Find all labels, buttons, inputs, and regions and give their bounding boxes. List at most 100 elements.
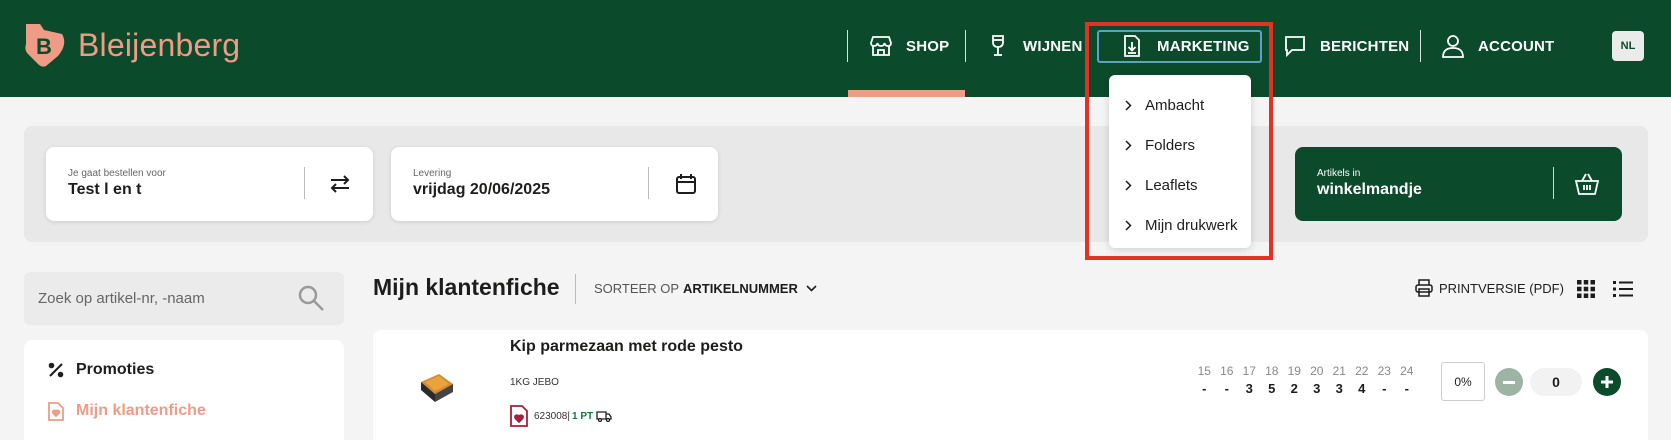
nav-shop-label: SHOP (906, 37, 950, 55)
nav-marketing[interactable]: MARKETING (1119, 28, 1250, 64)
page-title: Mijn klantenfiche (373, 274, 560, 300)
sidebar-item-mijn-klantenfiche[interactable]: Mijn klantenfiche (48, 399, 206, 423)
menu-item-label: Mijn drukwerk (1145, 216, 1238, 234)
product-name[interactable]: Kip parmezaan met rode pesto (510, 338, 743, 356)
history-day-column: 23 - (1373, 364, 1396, 396)
history-day: 15 (1197, 364, 1211, 378)
history-day: 17 (1242, 364, 1256, 378)
history-day: 19 (1287, 364, 1301, 378)
history-quantity: - (1404, 381, 1409, 396)
product-row: Kip parmezaan met rode pesto 1KG JEBO 62… (373, 330, 1648, 440)
list-view-icon[interactable] (1613, 280, 1633, 298)
customer-value: Test l en t (68, 181, 142, 198)
delivery-value: vrijdag 20/06/2025 (413, 181, 550, 198)
history-quantity: 2 (1290, 381, 1298, 396)
history-day-column: 17 3 (1238, 364, 1261, 396)
nav-account-label: ACCOUNT (1478, 37, 1555, 55)
brand-logo[interactable]: B Bleijenberg (22, 22, 240, 68)
meta-separator: | (567, 410, 570, 422)
printer-icon (1415, 279, 1433, 297)
print-pdf-button[interactable]: PRINTVERSIE (PDF) (1415, 279, 1564, 297)
search-input[interactable] (38, 287, 288, 309)
truck-icon (596, 410, 612, 422)
sidebar-item-label: Promoties (76, 361, 155, 378)
nav-berichten[interactable]: BERICHTEN (1282, 28, 1409, 64)
history-day-column: 18 5 (1261, 364, 1284, 396)
sort-dropdown[interactable]: SORTEER OP ARTIKELNUMMER (594, 281, 817, 296)
chevron-right-icon (1125, 139, 1135, 151)
calendar-icon[interactable] (671, 169, 701, 199)
language-switch[interactable]: NL (1612, 31, 1644, 61)
history-quantity: 3 (1335, 381, 1343, 396)
discount-field[interactable]: 0% (1441, 362, 1485, 401)
sort-prefix: SORTEER OP (594, 281, 680, 296)
pack-size: 1 PT (571, 410, 594, 422)
sidebar-item-promoties[interactable]: Promoties (48, 358, 154, 382)
nav-berichten-label: BERICHTEN (1320, 37, 1410, 55)
chevron-right-icon (1125, 179, 1135, 191)
product-thumbnail[interactable] (417, 370, 457, 406)
decrease-quantity-button[interactable] (1495, 368, 1523, 396)
history-day: 24 (1400, 364, 1414, 378)
menu-item-folders[interactable]: Folders (1109, 125, 1251, 165)
chevron-right-icon (1125, 99, 1135, 111)
history-quantity: - (1202, 381, 1207, 396)
favorite-file-icon (48, 401, 70, 421)
customer-label: Je gaat bestellen voor (68, 168, 166, 179)
history-quantity: 5 (1268, 381, 1276, 396)
chat-icon (1282, 33, 1308, 59)
cart-value: winkelmandje (1317, 181, 1422, 198)
nav-shop[interactable]: SHOP (868, 28, 949, 64)
history-quantity: - (1224, 381, 1229, 396)
history-day-column: 24 - (1396, 364, 1419, 396)
menu-item-label: Folders (1145, 136, 1196, 154)
history-day-column: 22 4 (1351, 364, 1374, 396)
menu-item-label: Leaflets (1145, 176, 1198, 194)
nav-account[interactable]: ACCOUNT (1440, 28, 1554, 64)
basket-icon (1571, 168, 1603, 200)
history-day-column: 20 3 (1306, 364, 1329, 396)
history-day-column: 19 2 (1283, 364, 1306, 396)
article-search (24, 272, 344, 325)
wine-glass-icon (985, 33, 1011, 59)
grid-view-icon[interactable] (1577, 280, 1595, 298)
delivery-date-card[interactable]: Levering vrijdag 20/06/2025 (391, 147, 718, 221)
product-unit: 1KG JEBO (510, 377, 559, 388)
history-quantity: 4 (1358, 381, 1366, 396)
customer-selector-card[interactable]: Je gaat bestellen voor Test l en t (46, 147, 373, 221)
history-quantity: 3 (1313, 381, 1321, 396)
nav-wijnen-label: WIJNEN (1023, 37, 1083, 55)
cart-label: Artikels in (1317, 168, 1361, 179)
favorite-file-icon[interactable] (510, 405, 528, 427)
percent-icon (48, 362, 70, 378)
title-divider (575, 274, 576, 304)
nav-wijnen[interactable]: WIJNEN (985, 28, 1083, 64)
menu-item-ambacht[interactable]: Ambacht (1109, 85, 1251, 125)
article-number: 623008 (534, 410, 568, 422)
menu-item-leaflets[interactable]: Leaflets (1109, 165, 1251, 205)
history-day: 20 (1310, 364, 1324, 378)
history-day: 23 (1377, 364, 1391, 378)
menu-item-mijn-drukwerk[interactable]: Mijn drukwerk (1109, 205, 1251, 245)
download-file-icon (1119, 33, 1145, 59)
delivery-label: Levering (413, 168, 452, 179)
swap-arrows-icon[interactable] (325, 169, 355, 199)
nav-divider (847, 30, 848, 62)
cart-card[interactable]: Artikels in winkelmandje (1295, 147, 1622, 221)
card-divider (648, 167, 649, 199)
search-icon[interactable] (297, 284, 327, 314)
print-label: PRINTVERSIE (PDF) (1439, 280, 1564, 296)
quantity-value[interactable]: 0 (1530, 368, 1582, 396)
nav-divider (1420, 30, 1421, 62)
svg-text:B: B (36, 34, 52, 59)
history-day-column: 15 - (1193, 364, 1216, 396)
menu-item-label: Ambacht (1145, 96, 1205, 114)
nav-divider (965, 30, 966, 62)
chevron-right-icon (1125, 219, 1135, 231)
top-navigation-bar: B Bleijenberg SHOP WIJNEN MARKETING BERI… (0, 0, 1671, 97)
increase-quantity-button[interactable] (1593, 368, 1621, 396)
chevron-down-icon (806, 285, 817, 292)
store-icon (868, 33, 894, 59)
marketing-dropdown-menu: Ambacht Folders Leaflets Mijn drukwerk (1109, 75, 1251, 248)
sidebar-item-label: Mijn klantenfiche (76, 402, 206, 419)
